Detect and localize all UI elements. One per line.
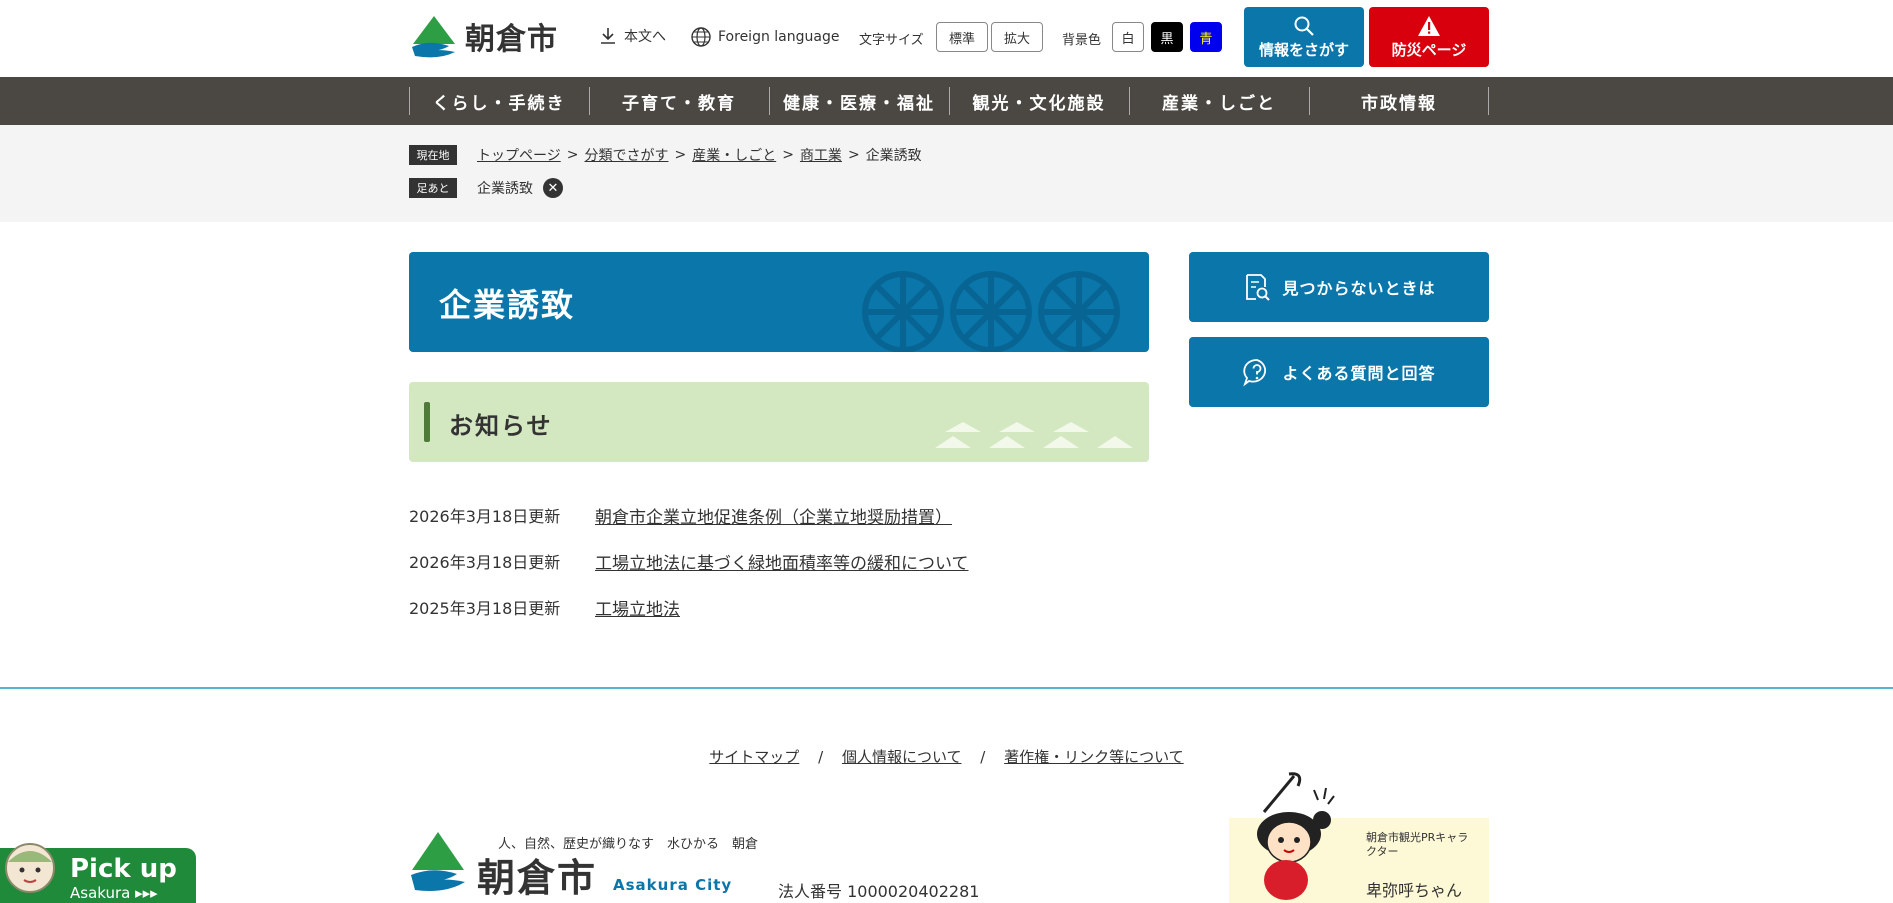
footer-link-privacy[interactable]: 個人情報について (842, 748, 962, 766)
page-title-banner: 企業誘致 (409, 252, 1149, 352)
bg-black-button[interactable]: 黒 (1151, 22, 1183, 52)
bg-color-label: 背景色 (1062, 33, 1102, 48)
news-heading-box: お知らせ (409, 382, 1149, 462)
font-size-label: 文字サイズ (859, 33, 924, 48)
mascot-character-icon (1257, 772, 1335, 900)
breadcrumb: 現在地 トップページ > 分類でさがす > 産業・しごと > 商工業 > 企業誘… (409, 145, 922, 165)
page-title: 企業誘致 (439, 286, 576, 324)
footer-logo: 朝倉市 Asakura City (409, 830, 732, 898)
search-info-button[interactable]: 情報をさがす (1244, 7, 1364, 67)
disaster-page-button[interactable]: 防災ページ (1369, 7, 1489, 67)
breadcrumb-link-category[interactable]: 分類でさがす (584, 145, 668, 165)
not-found-button[interactable]: 見つからないときは (1189, 252, 1489, 322)
footer-city-en: Asakura City (613, 876, 733, 894)
breadcrumb-current: 企業誘致 (865, 148, 922, 164)
current-location-tag: 現在地 (409, 145, 457, 165)
global-nav: くらし・手続き 子育て・教育 健康・医療・福祉 観光・文化施設 産業・しごと 市… (0, 77, 1893, 125)
nav-item-living[interactable]: くらし・手続き (409, 77, 589, 125)
nav-item-city-info[interactable]: 市政情報 (1309, 77, 1489, 125)
corporate-number: 法人番号 1000020402281 (778, 882, 980, 901)
search-info-label: 情報をさがす (1258, 40, 1349, 59)
skip-link-label: 本文へ (624, 29, 666, 45)
news-date: 2026年3月18日更新 (409, 553, 561, 572)
news-list: 2026年3月18日更新 朝倉市企業立地促進条例（企業立地奨励措置） 2026年… (409, 492, 1149, 630)
news-date: 2026年3月18日更新 (409, 507, 561, 526)
faq-label: よくある質問と回答 (1282, 364, 1436, 383)
list-item: 2026年3月18日更新 工場立地法に基づく緑地面積率等の緩和について (409, 538, 1149, 584)
mountain-logo-icon (412, 16, 455, 58)
history-item[interactable]: 企業誘致 (477, 178, 533, 198)
breadcrumb-link-top[interactable]: トップページ (477, 145, 561, 165)
question-bubble-icon (1243, 359, 1267, 387)
list-item: 2026年3月18日更新 朝倉市企業立地促進条例（企業立地奨励措置） (409, 492, 1149, 538)
globe-icon (691, 27, 711, 47)
skip-to-content-link[interactable]: 本文へ (598, 26, 666, 46)
site-logo[interactable]: 朝倉市 (409, 14, 558, 58)
foreign-language-link[interactable]: Foreign language (690, 26, 839, 48)
document-search-icon (1246, 274, 1271, 301)
footer-link-sitemap[interactable]: サイトマップ (709, 748, 799, 766)
site-header: 朝倉市 本文へ Foreign language 文字サイズ 標準 拡大 背景色… (0, 0, 1893, 77)
history-trail: 足あと 企業誘致 ✕ (409, 178, 563, 198)
footer-logo-text: 朝倉市 (477, 856, 598, 900)
close-icon[interactable]: ✕ (543, 178, 563, 198)
nav-item-childcare[interactable]: 子育て・教育 (589, 77, 769, 125)
breadcrumb-link-industry[interactable]: 産業・しごと (692, 145, 776, 165)
news-link[interactable]: 朝倉市企業立地促進条例（企業立地奨励措置） (595, 503, 952, 528)
search-icon (1294, 16, 1314, 36)
font-size-large-button[interactable]: 拡大 (991, 22, 1043, 52)
pickup-sub: Asakura ▸▸▸ (70, 884, 158, 902)
bg-blue-button[interactable]: 青 (1190, 22, 1222, 52)
breadcrumb-area: 現在地 トップページ > 分類でさがす > 産業・しごと > 商工業 > 企業誘… (0, 125, 1893, 222)
mountain-pattern-decoration-icon (935, 422, 1133, 448)
mascot-caption: 朝倉市観光PRキャラクター (1366, 831, 1469, 858)
news-link[interactable]: 工場立地法に基づく緑地面積率等の緩和について (595, 549, 969, 574)
breadcrumb-link-commerce[interactable]: 商工業 (800, 145, 842, 165)
list-item: 2025年3月18日更新 工場立地法 (409, 584, 1149, 630)
pickup-character-icon (5, 843, 55, 893)
nav-item-tourism[interactable]: 観光・文化施設 (949, 77, 1129, 125)
font-size-standard-button[interactable]: 標準 (936, 22, 988, 52)
footer-links: サイトマップ / 個人情報について / 著作権・リンク等について (709, 748, 1184, 766)
nav-item-industry[interactable]: 産業・しごと (1129, 77, 1309, 125)
water-wheel-decoration-icon (862, 271, 1120, 352)
news-heading: お知らせ (449, 412, 553, 440)
mountain-logo-icon (411, 832, 465, 891)
faq-button[interactable]: よくある質問と回答 (1189, 337, 1489, 407)
mascot-name: 卑弥呼ちゃん (1366, 881, 1463, 900)
pickup-title: Pick up (70, 854, 177, 884)
not-found-label: 見つからないときは (1282, 279, 1436, 298)
footer-link-copyright[interactable]: 著作権・リンク等について (1004, 748, 1184, 766)
warning-icon (1418, 15, 1440, 36)
news-link[interactable]: 工場立地法 (595, 595, 680, 620)
history-tag: 足あと (409, 178, 457, 198)
logo-text: 朝倉市 (465, 22, 558, 57)
bg-white-button[interactable]: 白 (1112, 22, 1144, 52)
news-date: 2025年3月18日更新 (409, 599, 561, 618)
download-arrow-icon (601, 28, 615, 44)
nav-item-health[interactable]: 健康・医療・福祉 (769, 77, 949, 125)
foreign-language-label: Foreign language (718, 29, 840, 45)
disaster-page-label: 防災ページ (1391, 40, 1467, 59)
